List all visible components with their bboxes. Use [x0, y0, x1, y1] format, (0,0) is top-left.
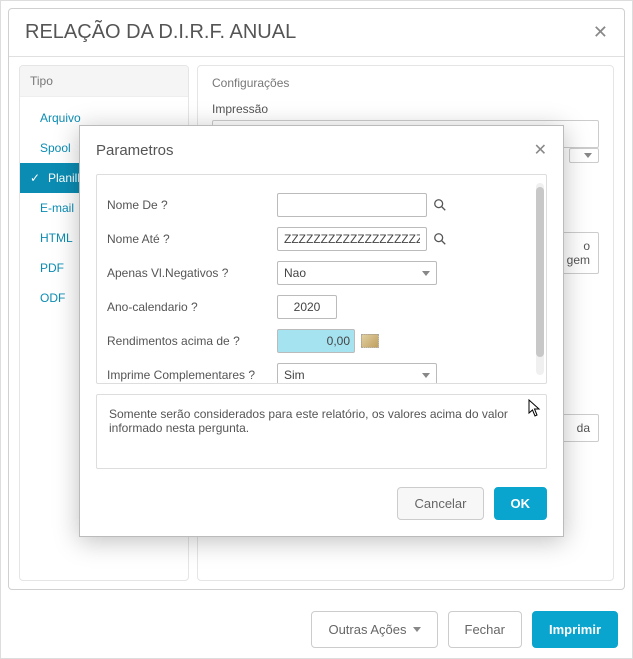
imprime-comp-select[interactable]: Sim	[277, 363, 437, 384]
outras-acoes-button[interactable]: Outras Ações	[311, 611, 437, 648]
nome-ate-label: Nome Até ?	[107, 232, 277, 246]
search-icon[interactable]	[433, 198, 447, 212]
rend-acima-label: Rendimentos acima de ?	[107, 334, 277, 348]
dialog-title: Parametros	[96, 142, 174, 159]
ok-button[interactable]: OK	[494, 487, 548, 520]
type-panel-title: Tipo	[20, 66, 188, 97]
chevron-down-icon	[413, 627, 421, 632]
dialog-close-icon[interactable]: ✕	[534, 140, 547, 160]
chevron-down-icon	[422, 373, 430, 378]
search-icon[interactable]	[433, 232, 447, 246]
impressao-label: Impressão	[212, 102, 599, 116]
close-icon[interactable]: ✕	[593, 22, 608, 43]
imprimir-button[interactable]: Imprimir	[532, 611, 618, 648]
nome-de-label: Nome De ?	[107, 198, 277, 212]
apenas-neg-select[interactable]: Nao	[277, 261, 437, 285]
chevron-down-icon	[422, 271, 430, 276]
calculator-icon[interactable]	[361, 334, 379, 348]
ano-input[interactable]	[277, 295, 337, 319]
apenas-neg-label: Apenas Vl.Negativos ?	[107, 266, 277, 280]
imprime-comp-label: Imprime Complementares ?	[107, 368, 277, 382]
ano-label: Ano-calendario ?	[107, 300, 277, 314]
chevron-down-icon	[584, 153, 592, 158]
description-box: Somente serão considerados para este rel…	[96, 394, 547, 469]
config-panel-title: Configurações	[212, 76, 599, 98]
parametros-form: Nome De ? Nome Até ?	[96, 174, 547, 384]
dropdown-stub-1[interactable]	[569, 148, 599, 163]
rend-acima-input[interactable]	[277, 329, 355, 353]
cancel-button[interactable]: Cancelar	[397, 487, 483, 520]
window-title: RELAÇÃO DA D.I.R.F. ANUAL	[25, 21, 296, 44]
nome-de-input[interactable]	[277, 193, 427, 217]
parametros-dialog: Parametros ✕ Nome De ? Nome Até ?	[79, 125, 564, 537]
fechar-button[interactable]: Fechar	[448, 611, 522, 648]
scrollbar-thumb[interactable]	[536, 187, 544, 357]
nome-ate-input[interactable]	[277, 227, 427, 251]
